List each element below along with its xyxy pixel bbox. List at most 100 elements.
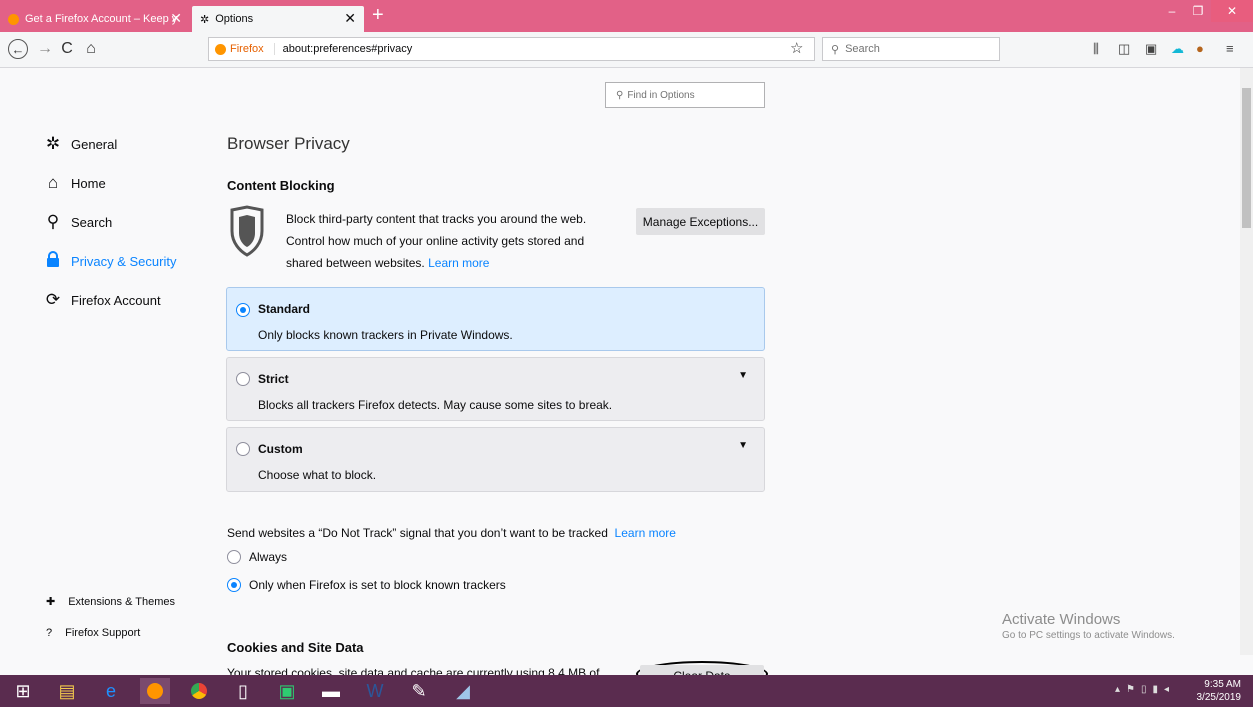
description-line: Block third-party content that tracks yo…: [286, 212, 587, 226]
store-icon[interactable]: ▣: [272, 678, 302, 704]
app-icon[interactable]: ◢: [448, 678, 478, 704]
maximize-button[interactable]: ❐: [1185, 0, 1211, 22]
search-icon: ⚲: [46, 212, 60, 231]
sidebar-icon[interactable]: ◫: [1118, 41, 1130, 57]
cookies-heading: Cookies and Site Data: [227, 640, 364, 655]
watermark-subtitle: Go to PC settings to activate Windows.: [1002, 630, 1175, 641]
chrome-icon[interactable]: [184, 678, 214, 704]
content-blocking-heading: Content Blocking: [227, 178, 335, 193]
window-controls: – ❐ ✕: [1159, 0, 1253, 22]
taskbar-clock[interactable]: 9:35 AM 3/25/2019: [1197, 678, 1242, 704]
option-title: Custom: [258, 442, 303, 456]
minimize-button[interactable]: –: [1159, 0, 1185, 22]
close-icon[interactable]: ✕: [344, 10, 356, 27]
option-description: Choose what to block.: [258, 468, 377, 482]
dnt-always-label[interactable]: Always: [249, 550, 287, 564]
file-explorer-icon[interactable]: ▤: [52, 678, 82, 704]
sidebar-item-home[interactable]: ⌂ Home: [44, 173, 106, 193]
system-tray[interactable]: ▴⚑▯▮◂: [1115, 684, 1175, 695]
paint-icon[interactable]: ✎: [404, 678, 434, 704]
home-icon: ⌂: [47, 173, 59, 192]
option-title: Strict: [258, 372, 289, 386]
sidebar-item-search[interactable]: ⚲ Search: [44, 212, 112, 232]
clock-date: 3/25/2019: [1196, 692, 1242, 703]
sidebar-item-privacy[interactable]: Privacy & Security: [44, 251, 176, 272]
tab-options[interactable]: ✲ Options ✕: [192, 6, 364, 32]
library-icon[interactable]: ⫼: [1093, 41, 1099, 57]
chevron-down-icon[interactable]: ▼: [738, 370, 748, 381]
terminal-icon[interactable]: ▬: [316, 678, 346, 704]
option-title: Standard: [258, 302, 311, 316]
sidebar-footer-label: Firefox Support: [65, 627, 141, 639]
back-button[interactable]: ←: [8, 39, 28, 59]
firefox-icon[interactable]: [140, 678, 170, 704]
url-text: about:preferences#privacy: [282, 43, 413, 55]
scrollbar-thumb[interactable]: [1242, 88, 1251, 228]
windows-start-icon[interactable]: ⊞: [8, 678, 38, 704]
description-line: shared between websites. Learn more: [286, 252, 626, 274]
screenshot-icon[interactable]: ▣: [1145, 41, 1157, 57]
option-custom[interactable]: Custom ▼ Choose what to block.: [226, 427, 765, 492]
sidebar-item-label: Privacy & Security: [71, 254, 177, 269]
sidebar-support-link[interactable]: ? Firefox Support: [46, 627, 140, 639]
search-icon: ⚲: [831, 43, 840, 56]
window-close-button[interactable]: ✕: [1211, 0, 1253, 22]
dnt-only-when-label[interactable]: Only when Firefox is set to block known …: [249, 578, 506, 592]
sidebar-item-firefox-account[interactable]: ⟳ Firefox Account: [44, 290, 161, 310]
notepad-icon[interactable]: ▯: [228, 678, 258, 704]
tab-title: Options: [215, 13, 254, 25]
taskbar: ⊞ ▤ e ▯ ▣ ▬ W ✎ ◢ ▴⚑▯▮◂ 9:35 AM 3/25/201…: [0, 675, 1253, 707]
firefox-logo-icon: [8, 13, 19, 25]
sync-icon: ⟳: [45, 290, 61, 309]
search-input[interactable]: ⚲ Search: [822, 37, 1000, 61]
cookie-icon[interactable]: ●: [1196, 41, 1204, 56]
chevron-down-icon[interactable]: ▼: [738, 440, 748, 451]
watermark-title: Activate Windows: [1002, 611, 1121, 628]
firefox-logo-icon: [215, 43, 226, 55]
manage-exceptions-button[interactable]: Manage Exceptions...: [636, 208, 765, 235]
description-line: Control how much of your online activity…: [286, 234, 585, 248]
help-icon: ?: [46, 627, 53, 639]
url-bar[interactable]: Firefox about:preferences#privacy: [208, 37, 815, 61]
cloud-icon[interactable]: ☁: [1171, 41, 1184, 57]
identity-label: Firefox: [230, 43, 264, 55]
dnt-only-when-radio[interactable]: [227, 578, 241, 592]
find-in-options-input[interactable]: ⚲ Find in Options: [605, 82, 765, 108]
identity-box[interactable]: Firefox: [209, 43, 275, 55]
close-icon[interactable]: ✕: [170, 10, 182, 27]
activate-windows-watermark: Activate Windows Go to PC settings to ac…: [1002, 611, 1175, 641]
dnt-always-radio[interactable]: [227, 550, 241, 564]
dnt-text: Send websites a “Do Not Track” signal th…: [227, 526, 608, 540]
shield-icon: [229, 205, 265, 260]
strict-radio[interactable]: [236, 372, 250, 386]
option-strict[interactable]: Strict ▼ Blocks all trackers Firefox det…: [226, 357, 765, 421]
learn-more-link[interactable]: Learn more: [615, 526, 676, 540]
page-title: Browser Privacy: [227, 134, 350, 153]
sidebar-extensions-link[interactable]: ✚ Extensions & Themes: [46, 595, 176, 609]
dnt-description: Send websites a “Do Not Track” signal th…: [227, 526, 676, 540]
home-button[interactable]: ⌂: [80, 38, 102, 60]
find-placeholder: Find in Options: [627, 89, 695, 101]
search-placeholder: Search: [845, 43, 880, 55]
sidebar-footer-label: Extensions & Themes: [68, 595, 176, 608]
menu-icon[interactable]: ≡: [1226, 41, 1234, 56]
search-icon: ⚲: [616, 89, 624, 101]
gear-icon: ✲: [45, 134, 61, 153]
forward-button[interactable]: →: [34, 38, 56, 60]
sidebar-item-general[interactable]: ✲ General: [44, 134, 117, 154]
tab-firefox-account[interactable]: Get a Firefox Account – Keep y ✕: [0, 6, 190, 32]
option-description: Blocks all trackers Firefox detects. May…: [258, 398, 613, 412]
standard-radio[interactable]: [236, 303, 250, 317]
clock-time: 9:35 AM: [1204, 679, 1241, 690]
star-icon[interactable]: ☆: [790, 39, 803, 57]
sidebar-item-label: Search: [71, 214, 113, 230]
custom-radio[interactable]: [236, 442, 250, 456]
new-tab-button[interactable]: +: [372, 4, 384, 27]
gear-icon: ✲: [200, 13, 210, 26]
reload-button[interactable]: C: [56, 38, 78, 60]
option-standard[interactable]: Standard Only blocks known trackers in P…: [226, 287, 765, 351]
internet-explorer-icon[interactable]: e: [96, 678, 126, 704]
tab-title: Get a Firefox Account – Keep y: [25, 13, 178, 25]
learn-more-link[interactable]: Learn more: [428, 256, 489, 270]
word-icon[interactable]: W: [360, 678, 390, 704]
